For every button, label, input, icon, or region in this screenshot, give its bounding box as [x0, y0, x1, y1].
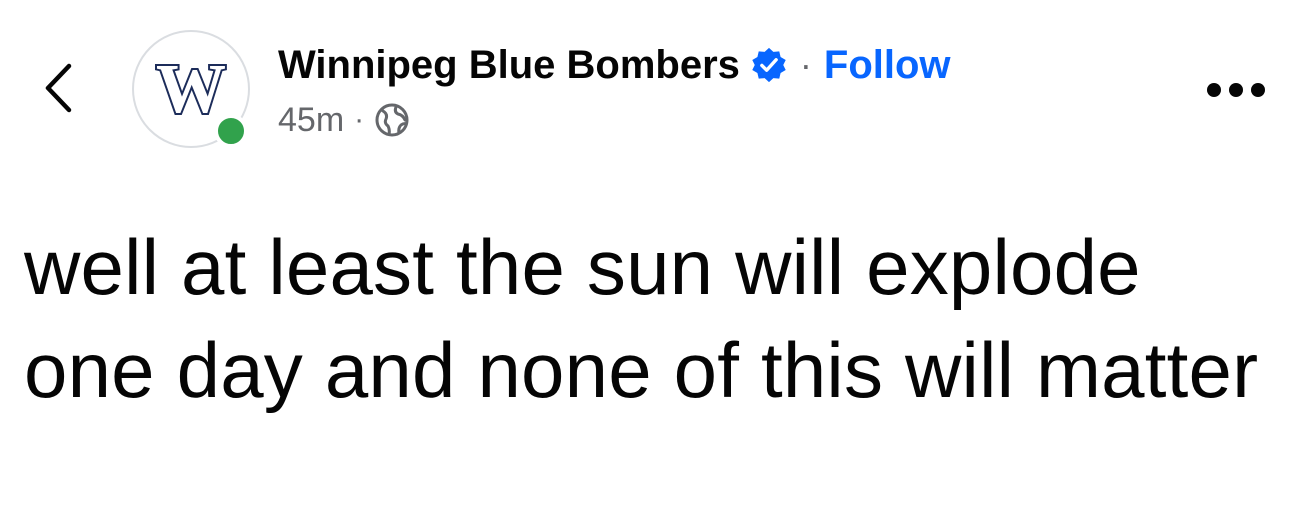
post-text: well at least the sun will explode one d… [24, 223, 1259, 414]
page-name-link[interactable]: Winnipeg Blue Bombers [278, 43, 740, 88]
meta-separator: · [354, 103, 365, 136]
globe-icon [374, 102, 410, 138]
more-dot [1207, 83, 1221, 97]
post-header: Winnipeg Blue Bombers · Follow [278, 38, 951, 92]
more-dot [1251, 83, 1265, 97]
post-meta: 45m · [278, 96, 410, 144]
verified-badge-icon [750, 46, 788, 84]
header-separator: · [799, 44, 812, 85]
more-options-button[interactable] [1198, 66, 1274, 114]
follow-button[interactable]: Follow [824, 43, 951, 88]
svg-text:W: W [156, 54, 226, 124]
post-timestamp[interactable]: 45m [278, 101, 344, 140]
online-status-indicator [214, 114, 248, 148]
chevron-left-icon [45, 63, 72, 113]
back-button[interactable] [30, 58, 86, 118]
more-dot [1229, 83, 1243, 97]
